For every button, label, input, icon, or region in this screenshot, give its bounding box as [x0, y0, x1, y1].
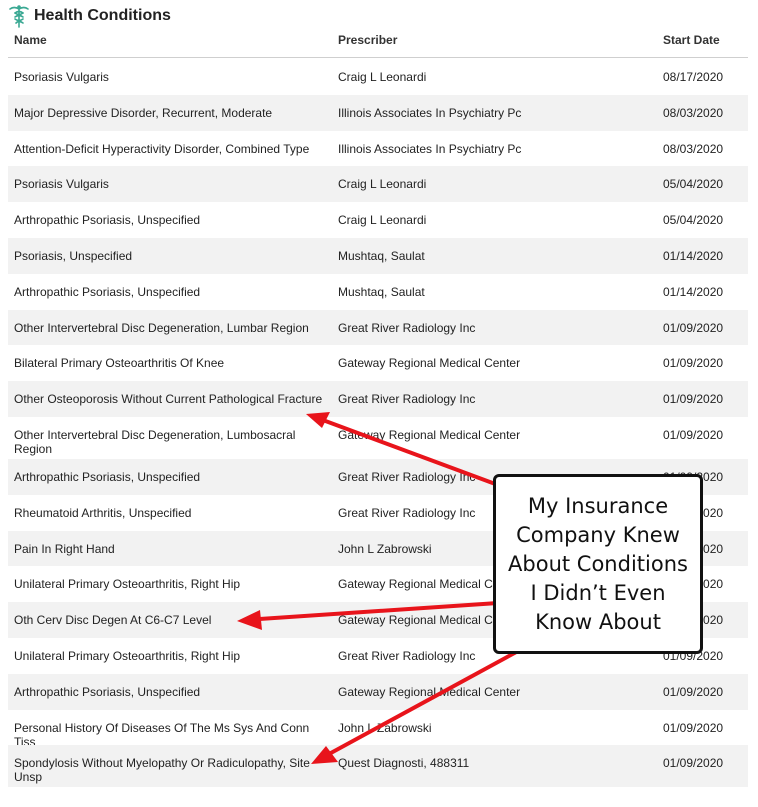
start-date: 01/14/2020 — [663, 248, 724, 263]
table-row[interactable]: Psoriasis Vulgaris Craig L Leonardi 08/17/… — [8, 59, 748, 95]
prescriber-name: Gateway Regional Medical Center — [338, 356, 521, 371]
health-conditions-page: Health Conditions Name Prescriber Start … — [0, 0, 758, 807]
start-date: 01/09/2020 — [663, 356, 724, 371]
condition-name: Other Osteoporosis Without Current Patho… — [14, 392, 323, 407]
prescriber-name: Quest Diagnosti, 488311 — [338, 756, 470, 771]
column-header-start-date[interactable]: Start Date — [663, 33, 720, 47]
start-date: 08/03/2020 — [663, 105, 724, 120]
condition-name: Major Depressive Disorder, Recurrent, Mo… — [14, 105, 273, 120]
prescriber-name: Craig L Leonardi — [338, 70, 427, 84]
start-date: 08/17/2020 — [663, 70, 724, 84]
prescriber-name: Illinois Associates In Psychiatry Pc — [338, 141, 522, 156]
start-date: 01/09/2020 — [663, 427, 724, 442]
condition-name: Bilateral Primary Osteoarthritis Of Knee — [14, 356, 225, 371]
condition-name: Oth Cerv Disc Degen At C6-C7 Level — [14, 613, 212, 628]
condition-name: Arthropathic Psoriasis, Unspecified — [14, 213, 201, 228]
start-date: 01/09/2020 — [663, 392, 724, 407]
annotation-callout: My Insurance Company Knew About Conditio… — [493, 474, 703, 654]
condition-name: Arthropathic Psoriasis, Unspecified — [14, 684, 201, 699]
condition-name: Unilateral Primary Osteoarthritis, Right… — [14, 648, 241, 663]
condition-name: Spondylosis Without Myelopathy Or Radicu… — [14, 756, 310, 785]
condition-name: Pain In Right Hand — [14, 541, 115, 556]
condition-name: Arthropathic Psoriasis, Unspecified — [14, 469, 201, 484]
prescriber-name: Mushtaq, Saulat — [338, 284, 425, 299]
table-row[interactable]: Major Depressive Disorder, Recurrent, Mo… — [8, 94, 748, 131]
prescriber-name: Gateway Regional Medical Center — [338, 684, 521, 699]
section-header: Health Conditions — [8, 2, 171, 30]
start-date: 01/09/2020 — [663, 720, 724, 735]
prescriber-name: Illinois Associates In Psychiatry Pc — [338, 105, 522, 120]
condition-name: Rheumatoid Arthritis, Unspecified — [14, 505, 192, 520]
annotation-text: My Insurance Company Knew About Conditio… — [508, 493, 688, 634]
prescriber-name: Great River Radiology Inc — [338, 392, 476, 407]
prescriber-name: Mushtaq, Saulat — [338, 248, 425, 263]
condition-name: Other Intervertebral Disc Degeneration, … — [14, 427, 296, 456]
table-row[interactable]: Arthropathic Psoriasis, Unspecified Craig… — [8, 202, 748, 238]
start-date: 05/04/2020 — [663, 177, 724, 192]
header-divider — [8, 57, 748, 58]
condition-name: Attention-Deficit Hyperactivity Disorder… — [14, 141, 310, 156]
condition-name: Other Intervertebral Disc Degeneration, … — [14, 320, 309, 335]
prescriber-name: Craig L Leonardi — [338, 213, 427, 228]
table-row[interactable]: Other Intervertebral Disc Degeneration, … — [8, 309, 748, 346]
condition-name: Personal History Of Diseases Of The Ms S… — [14, 720, 310, 749]
conditions-table-body: Psoriasis Vulgaris Craig L Leonardi 08/17/… — [8, 59, 748, 788]
condition-name: Unilateral Primary Osteoarthritis, Right… — [14, 577, 241, 592]
table-row[interactable]: Bilateral Primary Osteoarthritis Of Knee… — [8, 345, 748, 381]
table-row[interactable]: Spondylosis Without Myelopathy Or Radicu… — [8, 745, 748, 788]
table-row[interactable]: Arthropathic Psoriasis, Unspecified Musht… — [8, 274, 748, 310]
start-date: 01/14/2020 — [663, 284, 724, 299]
table-row[interactable]: Psoriasis Vulgaris Craig L Leonardi 05/04/… — [8, 166, 748, 203]
start-date: 01/09/2020 — [663, 320, 724, 335]
column-header-name[interactable]: Name — [14, 33, 47, 47]
prescriber-name: Great River Radiology Inc — [338, 320, 476, 335]
condition-name: Arthropathic Psoriasis, Unspecified — [14, 284, 201, 299]
condition-name: Psoriasis, Unspecified — [14, 248, 133, 263]
start-date: 05/04/2020 — [663, 213, 724, 228]
column-header-prescriber[interactable]: Prescriber — [338, 33, 397, 47]
page-title: Health Conditions — [34, 7, 171, 24]
prescriber-name: John L Zabrowski — [338, 720, 432, 735]
prescriber-name: Craig L Leonardi — [338, 177, 427, 192]
caduceus-icon — [8, 4, 30, 28]
table-row[interactable]: Psoriasis, Unspecified Mushtaq, Saulat 01/… — [8, 237, 748, 274]
table-row[interactable]: Attention-Deficit Hyperactivity Disorder… — [8, 131, 748, 167]
prescriber-name: Gateway Regional Medical Center — [338, 427, 521, 442]
start-date: 01/09/2020 — [663, 756, 724, 771]
condition-name: Psoriasis Vulgaris — [14, 177, 109, 192]
table-row[interactable]: Personal History Of Diseases Of The Ms S… — [8, 710, 748, 749]
table-row[interactable]: Arthropathic Psoriasis, Unspecified Gatew… — [8, 673, 748, 710]
table-row[interactable]: Other Intervertebral Disc Degeneration, … — [8, 417, 748, 459]
table-row[interactable]: Other Osteoporosis Without Current Patho… — [8, 381, 748, 417]
start-date: 08/03/2020 — [663, 141, 724, 156]
start-date: 01/09/2020 — [663, 684, 724, 699]
condition-name: Psoriasis Vulgaris — [14, 70, 109, 84]
